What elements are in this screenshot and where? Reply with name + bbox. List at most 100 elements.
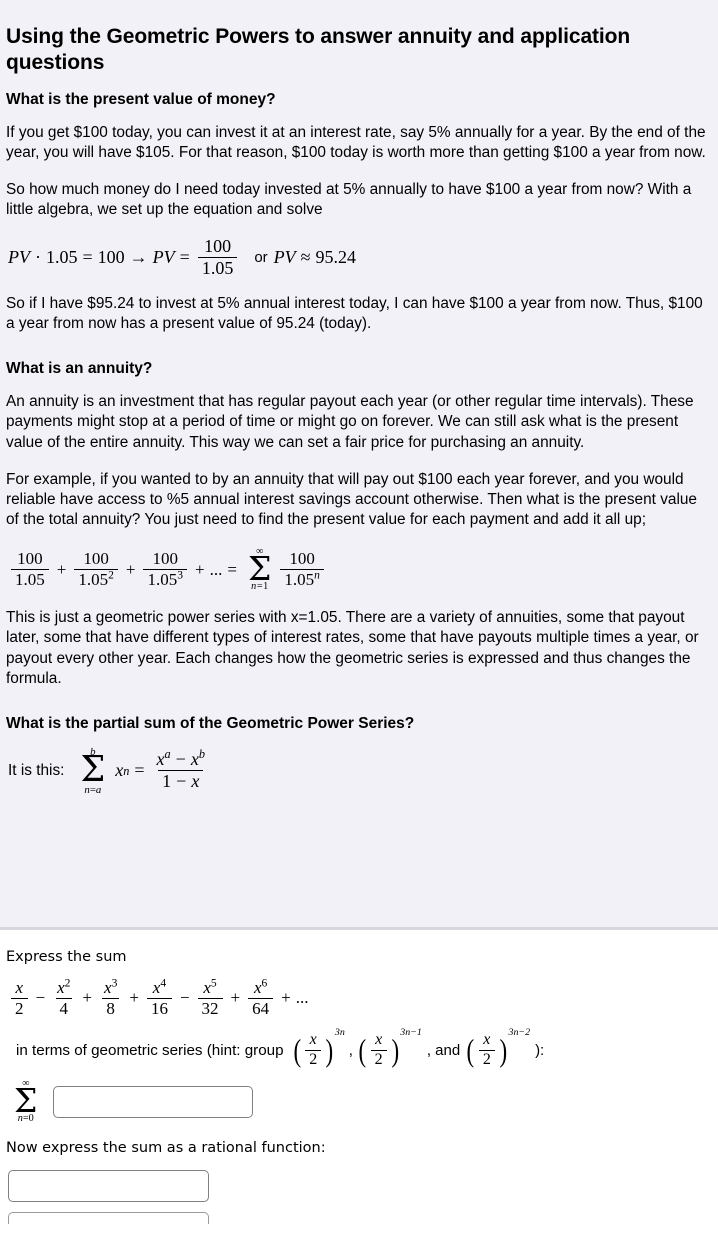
denominator-x: x [191, 771, 200, 792]
annuity-ellipsis: ... [209, 559, 223, 579]
rational-answer-row [8, 1169, 706, 1202]
equals-sign-annuity: = [227, 559, 237, 579]
exercise-series-expression: x 2 − x2 4 + x3 8 + x4 16 − x5 32 + x6 6… [6, 976, 706, 1018]
sum-answer-input[interactable] [53, 1085, 254, 1118]
right-paren-1: ) [325, 1031, 334, 1068]
sigma-icon: Σ [14, 1080, 38, 1120]
annuity-term-3-numerator: 100 [152, 549, 178, 568]
hint-text-before: in terms of geometric series (hint: grou… [16, 1041, 284, 1059]
series-term-5-numerator: x5 [199, 977, 220, 998]
series-term-6-numerator: x6 [250, 976, 271, 998]
sigma-icon: Σ [80, 749, 106, 791]
series-ellipsis: ... [295, 988, 309, 1008]
annuity-term-1-numerator: 100 [17, 549, 43, 568]
or-label: or [254, 249, 268, 267]
sigma-icon: Σ [247, 548, 272, 588]
equals-sign-1: = [82, 247, 93, 268]
series-term-2-denominator: 4 [55, 997, 72, 1018]
annuity-term-3: 100 1.053 [143, 549, 187, 589]
hint-fraction-3: x 2 [478, 1031, 495, 1069]
hint-group-2: ( x 2 ) 3n−1 [358, 1026, 422, 1069]
series-term-5: x5 32 [197, 977, 223, 1018]
lesson-panel: Using the Geometric Powers to answer ann… [0, 0, 718, 930]
summation-index-value: 1 [263, 581, 269, 593]
hint-geometric-grouping: in terms of geometric series (hint: grou… [16, 1026, 706, 1069]
hint-comma-2: , and [426, 1041, 461, 1059]
series-term-1-base: x [15, 977, 24, 997]
plus-sign-1: + [56, 559, 67, 579]
hint-text-after: ): [535, 1041, 545, 1059]
series-trailing-sign: + [281, 988, 291, 1008]
annuity-term-3-base: 1.05 [147, 570, 178, 590]
annuity-general-numerator: 100 [289, 549, 315, 568]
numerator-exponent-1: a [164, 747, 171, 762]
pv-approx-value: 95.24 [315, 247, 357, 268]
series-term-4: x4 16 [146, 977, 172, 1018]
page-title: Using the Geometric Powers to answer ann… [6, 25, 631, 74]
series-term-6-denominator: 64 [248, 997, 274, 1018]
summation-operator-answer: ∞ Σ n=0 [14, 1078, 38, 1125]
annuity-term-1: 100 1.05 [11, 549, 49, 589]
partial-sum-fraction: xa − xb 1− x [153, 747, 209, 792]
paragraph-annuity-example: For example, if you wanted to by an annu… [6, 470, 697, 528]
annuity-term-2-base: 1.05 [78, 570, 109, 590]
hint-fraction-2: x 2 [370, 1030, 387, 1069]
annuity-term-3-denominator: 1.053 [143, 569, 187, 589]
pv-symbol-1: PV [8, 247, 30, 268]
partial-sum-fraction-denominator: 1− x [158, 770, 204, 792]
series-term-6-base: x [253, 977, 262, 997]
rational-answer-input[interactable] [8, 1169, 209, 1202]
annuity-term-2: 100 1.052 [74, 549, 118, 589]
series-term-5-base: x [203, 977, 211, 997]
heading-annuity: What is an annuity? [6, 360, 153, 378]
prompt-express-sum: Express the sum [6, 949, 127, 965]
left-paren-3: ( [466, 1031, 475, 1068]
left-paren-1: ( [293, 1031, 301, 1068]
summation-operator-partial: b Σ n=a [80, 746, 106, 796]
pv-symbol-2: PV [152, 247, 175, 268]
annuity-term-2-denominator: 1.052 [74, 569, 118, 589]
equation-present-value: PV · 1.05 = 100 → PV = 100 1.05 or PV ≈ … [6, 237, 706, 278]
next-answer-field-partial[interactable] [8, 1211, 209, 1224]
series-sign-5: − [179, 988, 190, 1008]
plus-sign-2: + [125, 559, 136, 579]
denominator-minus: − [176, 771, 187, 792]
arrow-symbol: → [129, 247, 148, 268]
numerator-base-2: x [190, 749, 199, 770]
denominator-one: 1 [162, 771, 172, 792]
rate-value: 1.05 [46, 247, 78, 268]
hint-fraction-1-numerator: x [309, 1030, 317, 1048]
equals-sign-partial: = [134, 760, 145, 781]
fraction-100-over-1point05: 100 1.05 [197, 237, 238, 278]
numerator-minus: − [175, 749, 186, 770]
series-term-6-exponent: 6 [261, 976, 268, 990]
annuity-general-exponent: n [314, 568, 320, 582]
paragraph-geometric-series-note: This is just a geometric power series wi… [6, 609, 699, 687]
annuity-general-base: 1.05 [284, 570, 315, 590]
hint-fraction-2-numerator: x [375, 1030, 383, 1048]
partial-sum-index-value: a [95, 783, 102, 796]
heading-partial-sum: What is the partial sum of the Geometric… [6, 714, 415, 732]
series-sign-6: + [230, 988, 241, 1008]
hint-group-1: ( x 2 ) 3n [293, 1026, 345, 1068]
series-term-3: x3 8 [100, 977, 121, 1018]
series-term-4-numerator: x4 [149, 977, 170, 998]
right-paren-3: ) [499, 1031, 508, 1068]
annuity-term-1-denominator: 1.05 [11, 569, 49, 589]
prompt-rational-function: Now express the sum as a rational functi… [6, 1139, 326, 1156]
answer-index-value: 0 [28, 1113, 34, 1125]
paragraph-setup-equation: So how much money do I need today invest… [6, 181, 692, 219]
hint-group-3: ( x 2 ) 3n−2 [466, 1026, 531, 1069]
equals-sign-2: = [179, 247, 190, 268]
series-sign-3: + [82, 988, 93, 1008]
hint-comma-1: , [348, 1041, 353, 1059]
partial-sum-term-base: x [115, 760, 124, 781]
series-term-2: x2 4 [53, 977, 74, 1018]
series-term-4-denominator: 16 [146, 997, 172, 1018]
summation-operator-annuity: ∞ Σ n=1 [247, 546, 272, 593]
paragraph-present-value-conclusion: So if I have $95.24 to invest at 5% annu… [6, 295, 703, 333]
left-paren-2: ( [358, 1031, 367, 1068]
dot-operator: · [35, 247, 41, 268]
equation-partial-sum: It is this: b Σ n=a xn = xa − xb 1− x [6, 746, 706, 796]
annuity-term-2-exponent: 2 [108, 568, 114, 582]
